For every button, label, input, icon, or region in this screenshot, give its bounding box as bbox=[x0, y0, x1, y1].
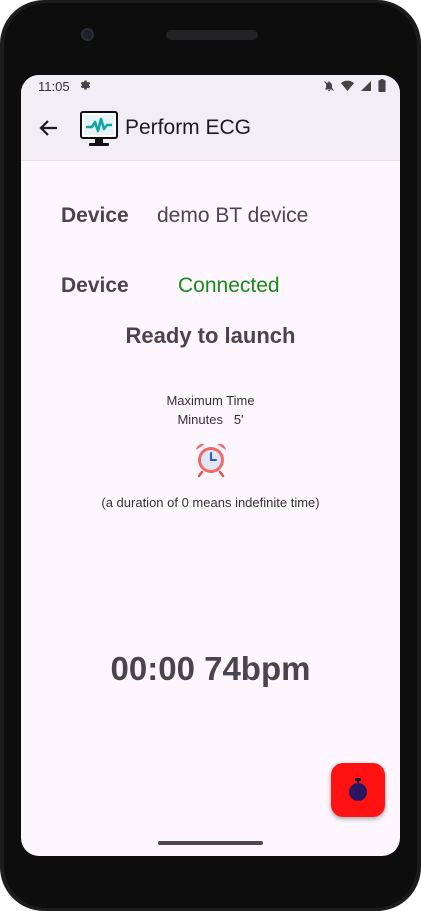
duration-note: (a duration of 0 means indefinite time) bbox=[101, 495, 320, 510]
battery-icon bbox=[378, 79, 386, 92]
status-message: Ready to launch bbox=[125, 323, 296, 348]
stopwatch-icon bbox=[349, 778, 367, 801]
earpiece-speaker bbox=[166, 30, 258, 40]
max-time-minutes: Minutes 5' bbox=[21, 412, 400, 427]
device-name-label: Device bbox=[61, 204, 129, 227]
minutes-label: Minutes bbox=[177, 412, 223, 427]
signal-icon bbox=[361, 80, 371, 91]
device-status-label: Device bbox=[61, 274, 129, 297]
home-indicator[interactable] bbox=[158, 841, 263, 845]
arrow-back-icon[interactable] bbox=[37, 116, 61, 140]
wifi-icon bbox=[341, 80, 354, 91]
device-status-value: Connected bbox=[178, 274, 280, 297]
notifications-off-icon bbox=[324, 80, 334, 91]
settings-gear-icon bbox=[79, 78, 92, 94]
device-name-value: demo BT device bbox=[157, 204, 309, 227]
page-title: Perform ECG bbox=[125, 116, 252, 139]
status-icons bbox=[323, 79, 386, 92]
front-camera bbox=[81, 28, 94, 41]
ecg-monitor-icon bbox=[79, 109, 119, 149]
max-time-heading: Maximum Time bbox=[166, 393, 255, 408]
minutes-value[interactable]: 5' bbox=[234, 412, 244, 427]
stopwatch-fab-button[interactable] bbox=[331, 763, 385, 817]
app-bar: Perform ECG bbox=[21, 98, 400, 161]
screen: 11:05 Perform ECG Device demo BT device … bbox=[21, 75, 400, 856]
alarm-clock-icon[interactable] bbox=[192, 440, 230, 478]
status-time: 11:05 bbox=[38, 79, 70, 94]
phone-frame: 11:05 Perform ECG Device demo BT device … bbox=[0, 0, 421, 911]
timer-bpm-readout: 00:00 74bpm bbox=[110, 650, 311, 687]
status-bar: 11:05 bbox=[21, 75, 400, 98]
